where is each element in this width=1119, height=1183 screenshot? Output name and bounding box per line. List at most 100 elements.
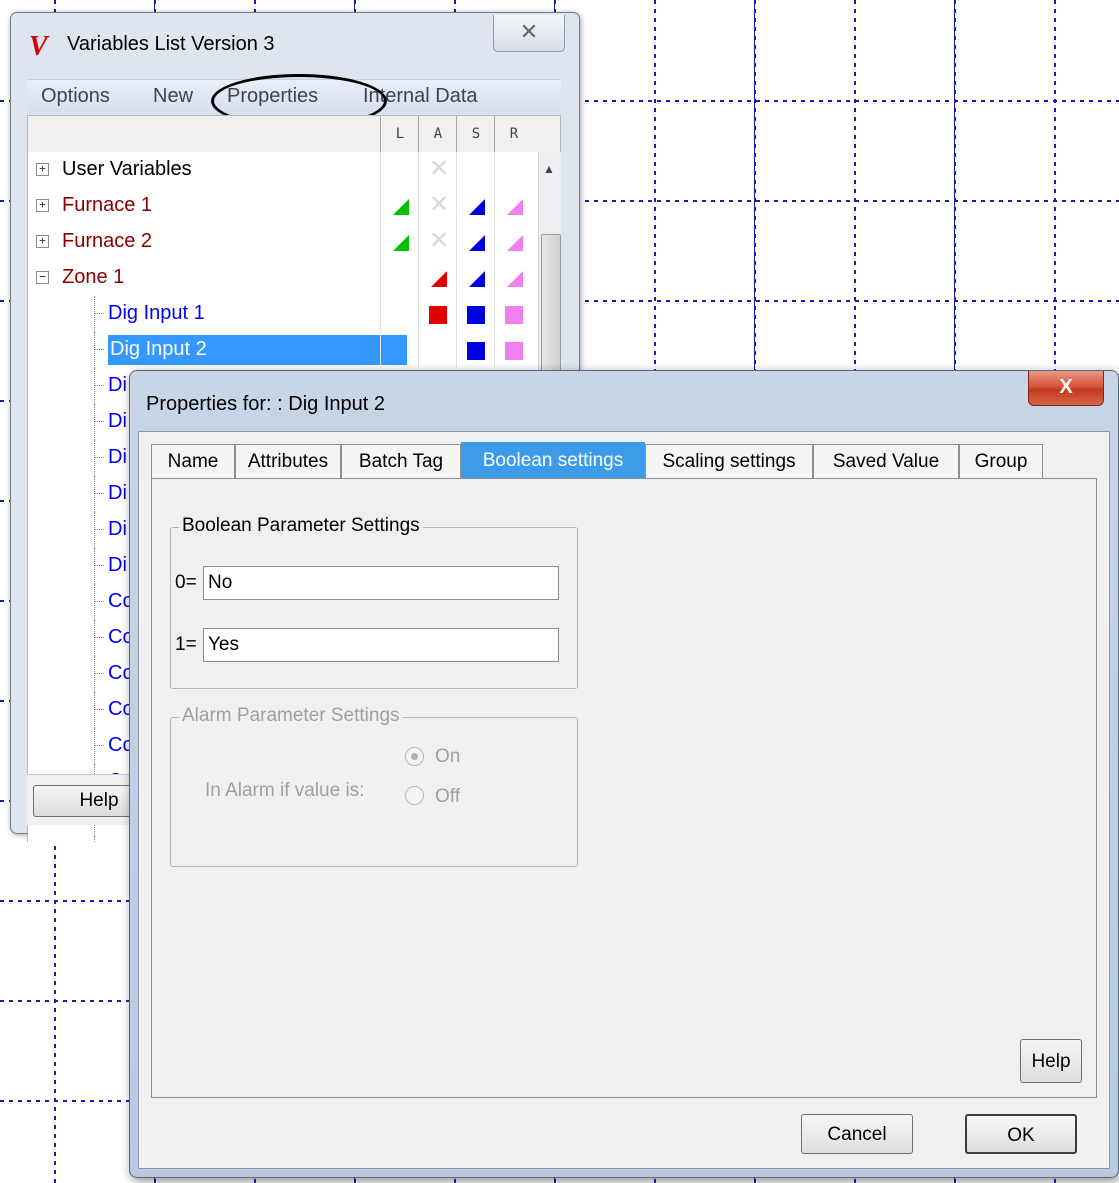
tree-connector	[94, 440, 95, 476]
tree-item[interactable]: + Furnace 1 ✕	[28, 188, 561, 224]
square-indicator-icon	[467, 342, 485, 360]
menu-options[interactable]: Options	[41, 85, 110, 108]
indicator-cell-l[interactable]	[380, 224, 419, 260]
tree-item-label: Di	[108, 482, 127, 504]
one-label: 1=	[175, 634, 197, 655]
tree-item-label: Furnace 1	[62, 194, 153, 216]
tree-item[interactable]: − Zone 1	[28, 260, 561, 296]
indicator-cell-s[interactable]	[456, 296, 495, 332]
indicator-cell-l[interactable]	[380, 152, 419, 188]
indicator-cell-r[interactable]	[494, 224, 533, 260]
indicator-cell-l[interactable]	[380, 188, 419, 224]
tab-batch-tag[interactable]: Batch Tag	[341, 444, 461, 479]
indicator-cell-r[interactable]	[494, 296, 533, 332]
variables-window-title: Variables List Version 3	[67, 33, 275, 55]
tree-item-label: Zone 1	[62, 266, 125, 288]
expand-icon[interactable]: +	[36, 163, 49, 176]
indicator-cell-r[interactable]	[494, 332, 533, 368]
indicator-cell-a[interactable]	[418, 332, 457, 368]
menu-new[interactable]: New	[153, 85, 193, 108]
tab-boolean-settings[interactable]: Boolean settings	[461, 442, 645, 479]
tree-connector	[94, 836, 95, 842]
indicator-cell-r[interactable]	[494, 188, 533, 224]
indicator-cell-r[interactable]	[494, 260, 533, 296]
triangle-indicator-icon	[507, 235, 523, 251]
indicator-cell-s[interactable]	[456, 260, 495, 296]
variables-close-button[interactable]: ✕	[493, 15, 565, 52]
indicator-cell-l[interactable]	[380, 332, 419, 368]
collapse-icon[interactable]: −	[36, 271, 49, 284]
alarm-on-label: On	[435, 746, 461, 767]
indicator-cell-s[interactable]	[456, 332, 495, 368]
alarm-on-radio[interactable]	[405, 747, 424, 766]
variables-title-bar[interactable]: V Variables List Version 3 ✕	[11, 13, 579, 71]
boolean-group-legend: Boolean Parameter Settings	[179, 515, 423, 537]
tree-connector	[94, 457, 104, 458]
indicator-cell-a[interactable]	[418, 260, 457, 296]
alarm-off-label: Off	[435, 786, 460, 807]
cancel-button[interactable]: Cancel	[801, 1114, 913, 1154]
tree-connector	[94, 692, 95, 728]
tab-attributes[interactable]: Attributes	[235, 444, 341, 479]
tree-connector	[94, 728, 95, 764]
indicator-cell-s[interactable]	[456, 152, 495, 188]
triangle-indicator-icon	[393, 235, 409, 251]
one-value-field[interactable]	[203, 628, 559, 662]
properties-dialog: Properties for: : Dig Input 2 X Name Att…	[129, 370, 1119, 1178]
indicator-cell-a[interactable]: ✕	[418, 152, 457, 188]
tab-group[interactable]: Group	[959, 444, 1043, 479]
indicator-cell-a[interactable]: ✕	[418, 188, 457, 224]
tree-connector	[94, 349, 104, 350]
triangle-indicator-icon	[469, 271, 485, 287]
tree-item[interactable]: Dig Input 2	[28, 332, 561, 368]
tree-connector	[94, 745, 104, 746]
scroll-up-icon[interactable]: ▲	[543, 162, 555, 176]
tab-scaling-settings[interactable]: Scaling settings	[645, 444, 813, 479]
tree-connector	[94, 584, 95, 620]
square-indicator-icon	[505, 342, 523, 360]
indicator-cell-s[interactable]	[456, 188, 495, 224]
disabled-x-icon: ✕	[429, 155, 450, 182]
tab-saved-value[interactable]: Saved Value	[813, 444, 959, 479]
indicator-cell-l[interactable]	[380, 296, 419, 332]
tree-item-label: Di	[108, 446, 127, 468]
tree-connector	[94, 385, 104, 386]
tree-connector	[94, 296, 95, 332]
boolean-parameter-group: Boolean Parameter Settings 0= 1=	[170, 515, 578, 689]
tree-item-label: Di	[108, 410, 127, 432]
zero-value-field[interactable]	[203, 566, 559, 600]
tree-connector	[94, 313, 104, 314]
tree-connector	[94, 548, 95, 584]
indicator-cell-s[interactable]	[456, 224, 495, 260]
dialog-help-button[interactable]: Help	[1020, 1039, 1082, 1083]
indicator-cell-a[interactable]: ✕	[418, 224, 457, 260]
tree-item-label: Furnace 2	[62, 230, 153, 252]
expand-icon[interactable]: +	[36, 199, 49, 212]
tree-item[interactable]: + User Variables ✕	[28, 152, 561, 188]
tree-item-label: Dig Input 1	[108, 302, 205, 324]
tree-item[interactable]: Dig Input 1	[28, 296, 561, 332]
disabled-x-icon: ✕	[429, 227, 450, 254]
column-l-header[interactable]: L	[380, 116, 419, 152]
indicator-cell-a[interactable]	[418, 296, 457, 332]
tree-connector	[94, 368, 95, 404]
tree-item[interactable]: + Furnace 2 ✕	[28, 224, 561, 260]
square-indicator-icon	[467, 306, 485, 324]
tree-item-label: User Variables	[62, 158, 192, 180]
tree-connector	[94, 332, 95, 368]
expand-icon[interactable]: +	[36, 235, 49, 248]
tab-name[interactable]: Name	[151, 444, 235, 479]
column-r-header[interactable]: R	[494, 116, 533, 152]
alarm-off-radio[interactable]	[405, 786, 424, 805]
triangle-indicator-icon	[469, 235, 485, 251]
column-s-header[interactable]: S	[456, 116, 495, 152]
disabled-x-icon: ✕	[429, 191, 450, 218]
indicator-cell-r[interactable]	[494, 152, 533, 188]
ok-button[interactable]: OK	[965, 1114, 1077, 1154]
alarm-group-legend: Alarm Parameter Settings	[179, 705, 403, 727]
properties-close-button[interactable]: X	[1028, 371, 1104, 406]
tree-connector	[94, 512, 95, 548]
column-a-header[interactable]: A	[418, 116, 457, 152]
indicator-cell-l[interactable]	[380, 260, 419, 296]
tree-connector	[94, 404, 95, 440]
